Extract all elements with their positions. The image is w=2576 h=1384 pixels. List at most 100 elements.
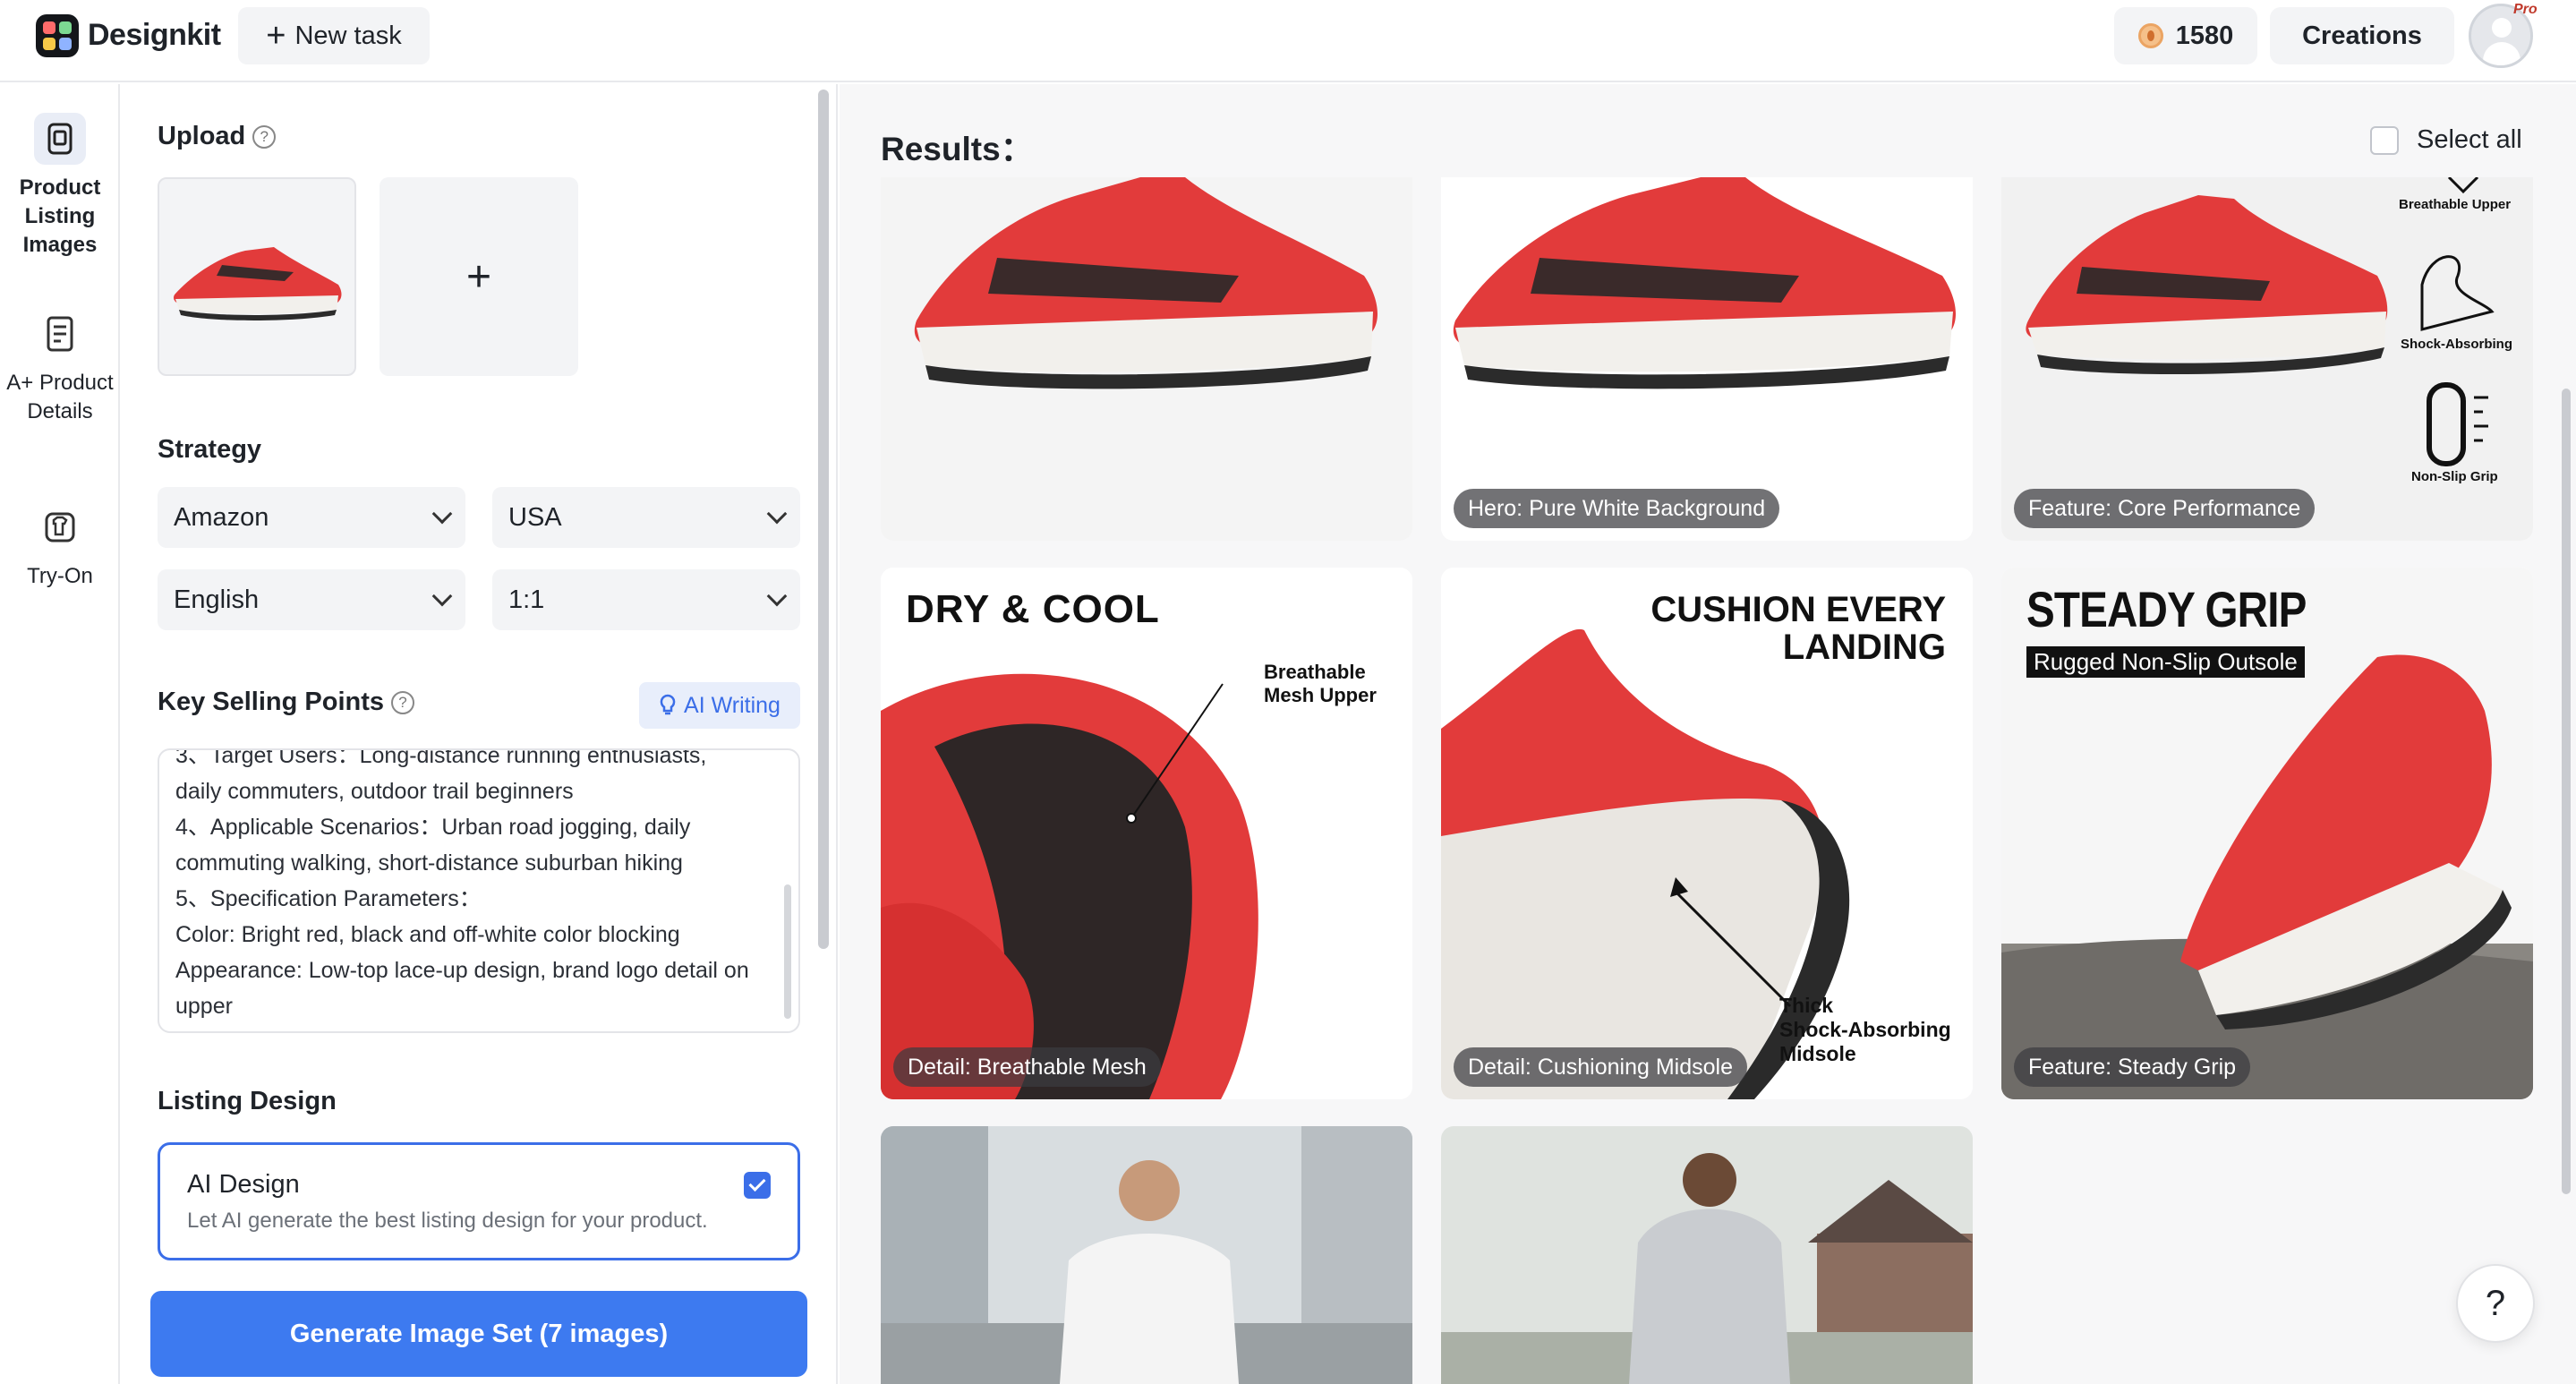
add-image-button[interactable]: + [380,177,578,376]
feature-label: Breathable Upper [2399,197,2512,212]
callout-line: Midsole [1779,1042,1856,1065]
result-card[interactable]: CUSHION EVERY LANDING Thick Shock-Absorb… [1441,568,1973,1099]
result-card[interactable] [881,177,1412,541]
image-tag: Feature: Core Performance [2014,489,2316,528]
help-button[interactable]: ? [2456,1264,2535,1343]
rail-item-a-plus-details[interactable]: A+ Product Details [0,308,120,426]
listing-design-heading: Listing Design [158,1087,337,1115]
plus-icon: + [465,252,492,301]
ai-design-description: Let AI generate the best listing design … [187,1209,708,1233]
result-card[interactable]: STEADY GRIP Rugged Non-Slip Outsole Feat… [2001,568,2533,1099]
headline-line: LANDING [1782,628,1946,667]
shoe-thumbnail-icon [174,247,342,320]
platform-select[interactable]: Amazon [158,487,465,548]
rail-item-label: Try-On [27,564,93,588]
card-headline: DRY & COOL [906,587,1160,631]
checkbox-icon [2370,125,2399,155]
ai-design-title: AI Design [187,1170,300,1199]
question-mark-icon: ? [2485,1283,2506,1323]
try-on-icon [34,501,86,553]
ksp-line: daily commuters, outdoor trail beginners [175,779,574,804]
ai-design-checkbox[interactable] [744,1172,771,1199]
callout-line: Shock-Absorbing [1779,1018,1951,1041]
upload-heading: Upload ? [158,122,277,151]
select-all-checkbox[interactable]: Select all [2370,125,2522,155]
generate-image-set-button[interactable]: Generate Image Set (7 images) [150,1291,807,1377]
credits-count: 1580 [2175,21,2234,50]
pro-badge: Pro [2513,2,2538,17]
region-value: USA [508,502,562,532]
result-card[interactable] [881,1126,1412,1384]
designkit-logo-icon[interactable] [36,14,79,57]
red-sneaker-image [2001,177,2533,541]
settings-panel: Upload ? + Strategy Amazon USA English 1… [122,84,838,1384]
rail-item-product-listing[interactable]: Product Listing Images [0,113,120,260]
result-card[interactable]: DRY & COOL Breathable Mesh Upper Detail:… [881,568,1412,1099]
ksp-line: 4、Applicable Scenarios：Urban road joggin… [175,815,691,840]
help-circle-icon[interactable]: ? [252,124,277,149]
result-card[interactable]: Breathable Upper Shock-Absorbing Non-Sli… [2001,177,2533,541]
card-headline: STEADY GRIP [2026,581,2307,637]
select-all-label: Select all [2417,125,2522,154]
rail-item-try-on[interactable]: Try-On [0,501,120,591]
result-card[interactable]: Hero: Pure White Background [1441,177,1973,541]
results-area: Results： Select all Hero: Pure White Bac… [840,84,2576,1384]
image-tag: Hero: Pure White Background [1454,489,1780,528]
lightbulb-icon [660,694,676,715]
ksp-line: Appearance: Low-top lace-up design, bran… [175,958,749,983]
a-plus-details-icon [34,308,86,360]
chevron-down-icon [766,503,788,525]
ai-design-option[interactable]: AI Design Let AI generate the best listi… [158,1142,800,1260]
ratio-select[interactable]: 1:1 [492,569,800,630]
feature-label: Shock-Absorbing [2401,337,2513,352]
callout-label: Thick Shock-Absorbing Midsole [1779,994,1951,1066]
coin-icon [2137,23,2163,48]
strategy-heading: Strategy [158,435,262,464]
brand-name[interactable]: Designkit [88,18,221,53]
uploaded-image-thumbnail[interactable] [158,177,356,376]
region-select[interactable]: USA [492,487,800,548]
chevron-down-icon [431,503,453,525]
product-listing-icon [34,113,86,165]
ksp-line: 5、Specification Parameters： [175,886,482,911]
red-sneaker-image [881,177,1412,541]
rail-item-label: A+ Product Details [6,371,114,423]
ratio-value: 1:1 [508,585,545,614]
new-task-label: New task [294,21,402,50]
breathable-mesh-image [881,568,1412,1099]
ksp-line: Color: Bright red, black and off-white c… [175,922,680,947]
card-subheadline: Rugged Non-Slip Outsole [2026,646,2305,678]
image-tag: Feature: Steady Grip [2014,1047,2251,1087]
language-value: English [174,585,260,614]
platform-value: Amazon [174,502,269,532]
callout-line: Thick [1779,994,1834,1017]
feature-label: Non-Slip Grip [2411,469,2498,484]
top-bar: Designkit + New task 1580 Creations Pro [0,0,2576,82]
language-select[interactable]: English [158,569,465,630]
ksp-line: commuting walking, short-distance suburb… [175,850,683,876]
creations-button[interactable]: Creations [2270,7,2454,64]
key-selling-points-textarea[interactable]: 3、Target Users：Long-distance running ent… [158,748,800,1033]
new-task-button[interactable]: + New task [238,7,430,64]
ksp-label: Key Selling Points [158,688,384,716]
results-title: Results： [881,131,1034,167]
ai-writing-button[interactable]: AI Writing [639,682,800,729]
ksp-text: 3、Target Users：Long-distance running ent… [175,748,772,1024]
rail-item-label: Product Listing Images [19,175,101,257]
upload-label: Upload [158,122,246,150]
ksp-line: 3、Target Users：Long-distance running ent… [175,748,707,768]
ksp-line: upper [175,994,233,1019]
red-sneaker-image [1441,177,1973,541]
result-card[interactable] [1441,1126,1973,1384]
results-scrollbar[interactable] [2562,389,2571,1194]
plus-icon: + [266,16,286,55]
headline-line: CUSHION EVERY [1651,590,1946,629]
chevron-down-icon [431,585,453,607]
credits-badge[interactable]: 1580 [2114,7,2257,64]
chevron-down-icon [766,585,788,607]
ksp-heading: Key Selling Points ? [158,688,414,717]
help-circle-icon[interactable]: ? [391,690,414,714]
panel-scrollbar[interactable] [818,90,829,949]
textarea-scrollbar[interactable] [784,884,791,1019]
left-rail: Product Listing Images A+ Product Detail… [0,84,120,1384]
